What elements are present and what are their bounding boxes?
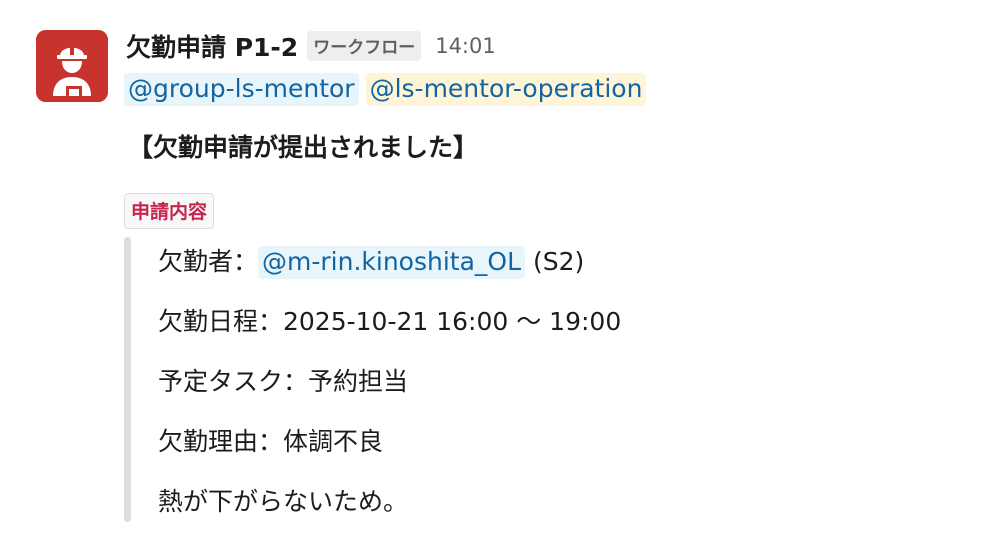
workflow-message: 欠勤申請 P1-2 ワークフロー 14:01 @group-ls-mentor … (0, 0, 1000, 542)
quote-bar (124, 237, 131, 522)
details-blockquote: 欠勤者： @m-rin.kinoshita_OL (S2) 欠勤日程：2025-1… (124, 237, 724, 522)
message-header: 欠勤申請 P1-2 ワークフロー 14:01 (126, 26, 496, 66)
note-line: 熱が下がらないため。 (158, 487, 409, 516)
app-badge: ワークフロー (307, 31, 422, 61)
schedule-line: 欠勤日程：2025-10-21 16:00 〜 19:00 (158, 307, 622, 336)
absentee-user-mention[interactable]: @m-rin.kinoshita_OL (258, 246, 526, 279)
absentee-suffix: (S2) (525, 247, 585, 276)
timestamp[interactable]: 14:01 (435, 34, 496, 58)
worker-avatar-icon[interactable] (36, 30, 108, 102)
reason-line: 欠勤理由：体調不良 (158, 427, 384, 456)
group-mention-ls-mentor[interactable]: @group-ls-mentor (124, 72, 359, 106)
task-line: 予定タスク：予約担当 (158, 367, 409, 396)
section-label: 申請内容 (124, 193, 215, 229)
sender-name[interactable]: 欠勤申請 P1-2 (126, 28, 298, 64)
message-title: 【欠勤申請が提出されました】 (128, 133, 479, 162)
group-mention-ls-mentor-operation[interactable]: @ls-mentor-operation (365, 72, 647, 106)
mention-row: @group-ls-mentor @ls-mentor-operation (124, 70, 647, 108)
absentee-label: 欠勤者： (158, 247, 259, 276)
absentee-line: 欠勤者： @m-rin.kinoshita_OL (S2) (158, 242, 584, 282)
